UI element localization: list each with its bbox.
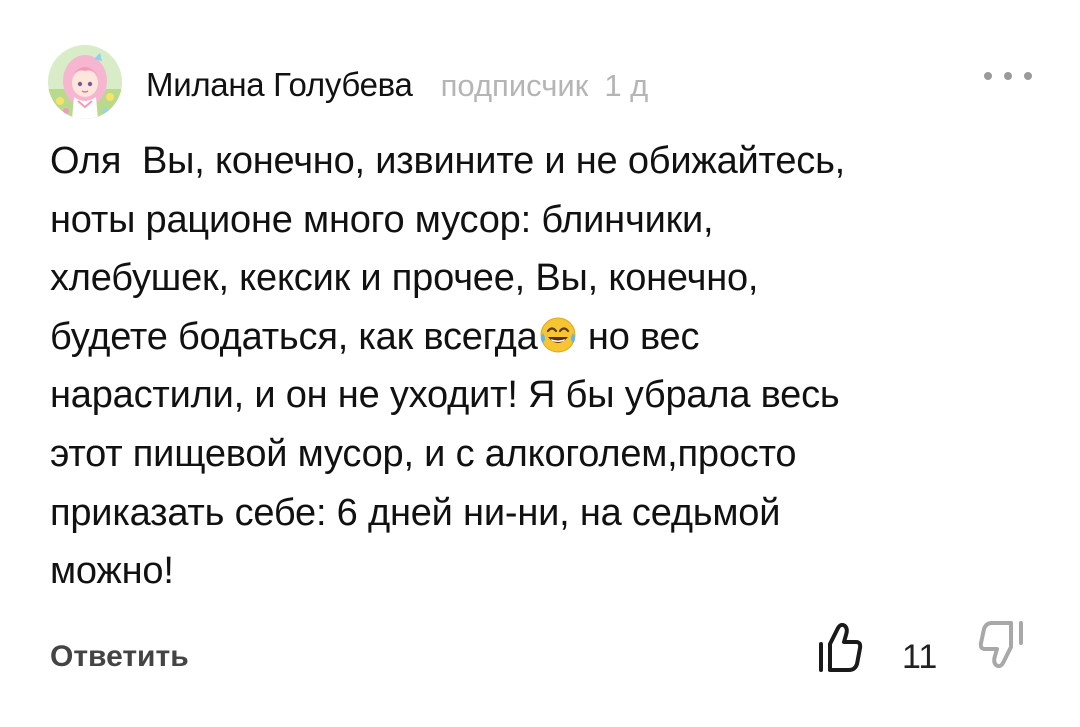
more-options-button[interactable] xyxy=(984,64,1032,88)
more-horizontal-icon-dot xyxy=(1024,72,1032,80)
like-count: 11 xyxy=(902,638,938,676)
thumbs-down-icon xyxy=(978,621,1023,669)
author-role-badge: подписчик xyxy=(440,68,589,103)
comment-timestamp: 1 д xyxy=(604,68,649,103)
author-avatar[interactable] xyxy=(48,45,122,119)
reply-button[interactable]: Ответить xyxy=(50,640,189,674)
anime-girl-avatar-icon xyxy=(48,45,122,119)
dislike-button[interactable] xyxy=(975,615,1027,673)
author-line: Милана Голубева подписчик 1 д xyxy=(146,66,648,106)
comment-card: Милана Голубева подписчик 1 д Оля Вы, ко… xyxy=(0,0,1080,727)
like-button[interactable] xyxy=(816,620,864,676)
more-horizontal-icon-dot xyxy=(1004,72,1012,80)
comment-text-part-1: Оля Вы, конечно, извините и не обижайтес… xyxy=(50,140,846,358)
comment-text: Оля Вы, конечно, извините и не обижайтес… xyxy=(50,132,1040,601)
thumbs-up-icon xyxy=(819,622,863,672)
author-name[interactable]: Милана Голубева xyxy=(146,66,413,104)
face-with-tears-of-joy-icon xyxy=(538,314,578,354)
more-horizontal-icon-dot xyxy=(984,72,992,80)
